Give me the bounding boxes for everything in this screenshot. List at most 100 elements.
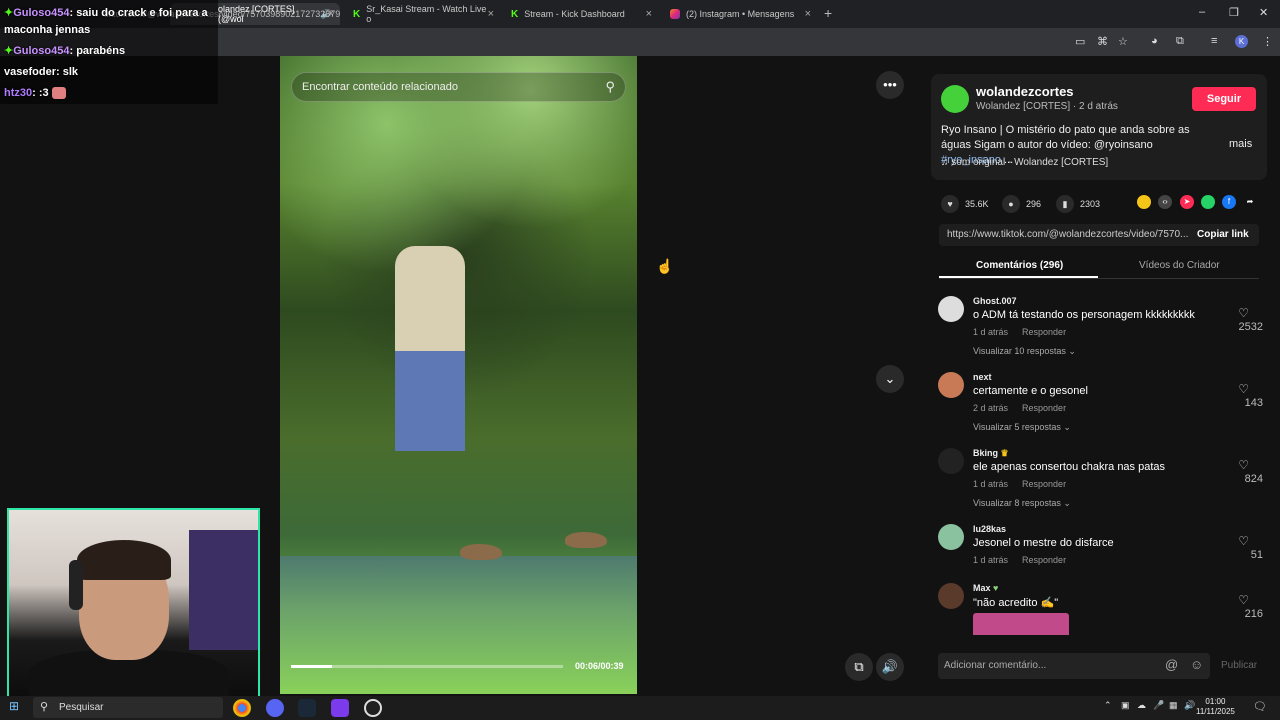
comment-text: "não acredito ✍" <box>973 597 1059 609</box>
related-search-input[interactable]: Encontrar conteúdo relacionado ⚲ <box>291 72 626 102</box>
close-tab-icon[interactable]: × <box>488 8 494 20</box>
creator-username[interactable]: wolandezcortes <box>976 84 1074 99</box>
heart-icon[interactable]: ♥ <box>941 195 959 213</box>
share-arrow-icon[interactable]: ➦ <box>1243 195 1257 209</box>
emoji-picker-icon[interactable]: ☺ <box>1190 657 1203 672</box>
taskbar-search[interactable]: Pesquisar <box>33 697 223 718</box>
steam-icon[interactable] <box>298 699 316 717</box>
like-stat[interactable]: ♥ 35.6K <box>941 195 989 213</box>
tab-comments[interactable]: Comentários (296) <box>976 260 1063 271</box>
comment-bubble-icon[interactable]: ● <box>1002 195 1020 213</box>
follow-button[interactable]: Seguir <box>1192 87 1256 111</box>
tab-instagram[interactable]: (2) Instagram • Mensagens × <box>662 3 817 25</box>
related-search-placeholder: Encontrar conteúdo relacionado <box>302 81 458 93</box>
comment-stat[interactable]: ● 296 <box>1002 195 1041 213</box>
comment-image[interactable] <box>973 613 1069 635</box>
comment-avatar[interactable] <box>938 372 964 398</box>
comment-like-icon[interactable]: ♡ <box>1238 534 1249 548</box>
more-options-icon[interactable]: ••• <box>876 71 904 99</box>
tab-creator-videos[interactable]: Vídeos do Criador <box>1139 260 1220 271</box>
bookmark-star-icon[interactable]: ☆ <box>1118 35 1128 48</box>
close-tab-icon[interactable]: × <box>646 8 652 20</box>
volume-icon[interactable]: 🔊 <box>876 653 904 681</box>
chevron-down-icon: ⌄ <box>1068 346 1076 356</box>
windows-start-icon[interactable]: ⊞ <box>9 699 19 713</box>
music-info[interactable]: ♫ som original - Wolandez [CORTES] <box>941 157 1108 168</box>
view-replies-link[interactable]: Visualizar 10 respostas <box>973 346 1066 356</box>
copy-link-button[interactable]: Copiar link <box>1197 229 1249 240</box>
chat-message: maconha jennas <box>4 24 90 36</box>
save-stat[interactable]: ▮ 2303 <box>1056 195 1100 213</box>
comment-username[interactable]: next <box>973 372 992 382</box>
facebook-icon[interactable]: f <box>1222 195 1236 209</box>
comment-avatar[interactable] <box>938 583 964 609</box>
network-icon[interactable]: ▦ <box>1169 700 1178 711</box>
tab-instagram-title: (2) Instagram • Mensagens <box>686 9 795 19</box>
comment-avatar[interactable] <box>938 448 964 474</box>
chat-text: : parabéns <box>69 45 126 57</box>
send-icon[interactable]: ➤ <box>1180 195 1194 209</box>
browser-menu-icon[interactable]: ⋮ <box>1262 35 1273 48</box>
tray-cloud-icon[interactable]: ☁ <box>1137 700 1146 711</box>
extension-icon[interactable]: ◕ <box>1151 35 1158 47</box>
app-icon[interactable] <box>331 699 349 717</box>
reply-button[interactable]: Responder <box>1022 327 1066 337</box>
mention-icon[interactable]: @ <box>1165 657 1178 672</box>
tab-kick-dashboard[interactable]: K Stream - Kick Dashboard × <box>503 3 658 25</box>
coin-share-icon[interactable] <box>1137 195 1151 209</box>
tray-app-icon[interactable]: ▣ <box>1121 700 1130 711</box>
comment-avatar[interactable] <box>938 524 964 550</box>
comment-like-icon[interactable]: ♡ <box>1238 382 1249 396</box>
creator-avatar[interactable] <box>941 85 969 113</box>
chrome-icon[interactable] <box>233 699 251 717</box>
reply-button[interactable]: Responder <box>1022 403 1066 413</box>
tray-chevron-icon[interactable]: ⌃ <box>1104 700 1112 711</box>
comment-like-icon[interactable]: ♡ <box>1238 306 1249 320</box>
obs-icon[interactable] <box>364 699 382 717</box>
discord-icon[interactable] <box>266 699 284 717</box>
video-progress-bar[interactable] <box>291 665 563 668</box>
comment-username[interactable]: Bking ♛ <box>973 448 1009 459</box>
tab-kasai-stream[interactable]: K Sr_Kasai Stream - Watch Live o × <box>345 3 500 25</box>
taskbar-clock[interactable]: 01:00 11/11/2025 <box>1196 697 1235 717</box>
notifications-icon[interactable]: 🗨 <box>1253 700 1267 713</box>
webcam-shelf <box>189 530 258 650</box>
embed-icon[interactable]: ‹› <box>1158 195 1172 209</box>
floating-player-icon[interactable]: ⧉ <box>845 653 873 681</box>
reply-button[interactable]: Responder <box>1022 479 1066 489</box>
whatsapp-icon[interactable] <box>1201 195 1215 209</box>
video-link-url[interactable]: https://www.tiktok.com/@wolandezcortes/v… <box>947 229 1188 240</box>
comment-avatar[interactable] <box>938 296 964 322</box>
translate-icon[interactable]: ⌘ <box>1097 35 1108 48</box>
comment-like-icon[interactable]: ♡ <box>1238 458 1249 472</box>
chat-message: htz30: :3 <box>4 87 66 100</box>
reply-button[interactable]: Responder <box>1022 555 1066 565</box>
comment-item: Bking ♛ ele apenas consertou chakra nas … <box>938 448 1263 518</box>
close-window-icon[interactable]: ✕ <box>1259 6 1268 19</box>
volume-tray-icon[interactable]: 🔊 <box>1184 700 1195 711</box>
extensions-puzzle-icon[interactable]: ⧉ <box>1176 35 1184 48</box>
search-icon[interactable]: ⚲ <box>605 79 615 95</box>
media-control-icon[interactable]: ≡ <box>1211 35 1217 47</box>
view-replies-link[interactable]: Visualizar 8 respostas <box>973 498 1061 508</box>
more-button[interactable]: mais <box>1229 138 1252 150</box>
comment-username[interactable]: Max ♥ <box>973 583 998 593</box>
new-tab-button[interactable]: + <box>824 5 832 21</box>
profile-avatar[interactable]: K <box>1235 35 1248 48</box>
comment-username[interactable]: Ghost.007 <box>973 296 1017 306</box>
restore-icon[interactable]: ❐ <box>1229 6 1239 19</box>
bookmark-icon[interactable]: ▮ <box>1056 195 1074 213</box>
taskbar-search-label: Pesquisar <box>59 702 104 713</box>
publish-button[interactable]: Publicar <box>1221 660 1257 671</box>
comment-like-icon[interactable]: ♡ <box>1238 593 1249 607</box>
comment-username[interactable]: lu28kas <box>973 524 1006 534</box>
tray-mic-icon[interactable]: 🎤 <box>1153 700 1164 711</box>
minimize-icon[interactable]: – <box>1199 6 1205 18</box>
video-player[interactable] <box>280 56 637 694</box>
cast-icon[interactable]: ▭ <box>1075 35 1085 48</box>
view-replies-link[interactable]: Visualizar 5 respostas <box>973 422 1061 432</box>
streamer-webcam <box>7 508 260 698</box>
close-tab-icon[interactable]: × <box>805 8 811 20</box>
next-video-chevron-down-icon[interactable]: ⌄ <box>876 365 904 393</box>
chevron-down-icon: ⌄ <box>1063 498 1071 508</box>
